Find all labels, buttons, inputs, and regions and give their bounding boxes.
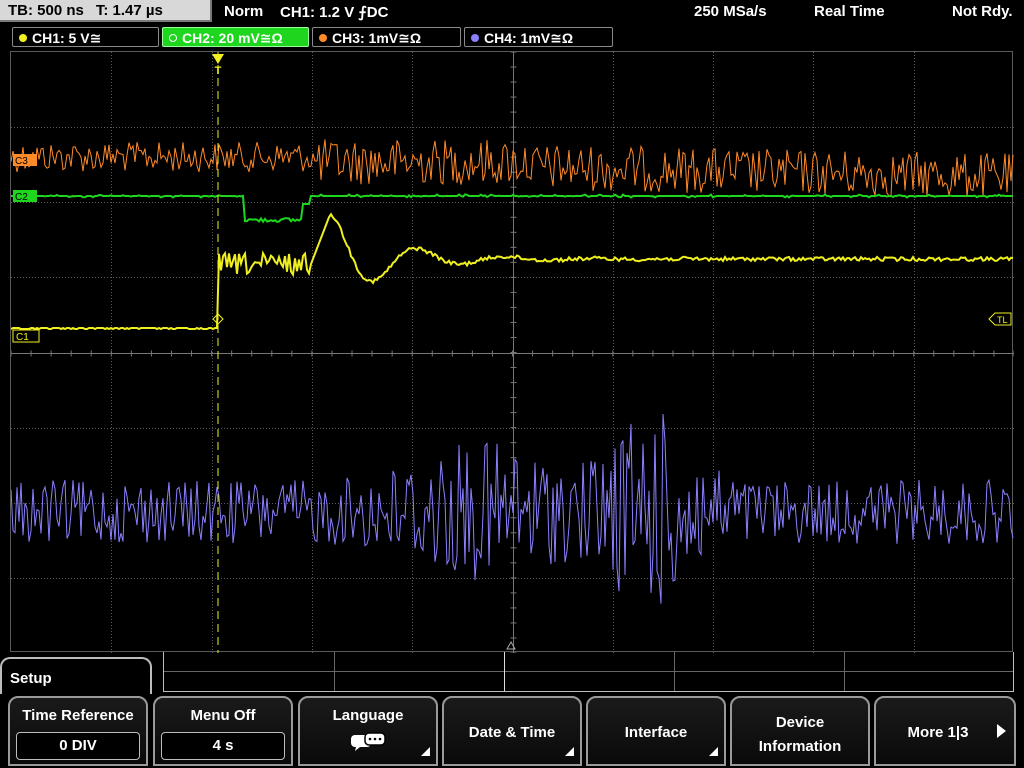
strip-center bbox=[504, 652, 505, 691]
menu-off-value: 4 s bbox=[161, 732, 285, 760]
strip-divider bbox=[674, 652, 675, 691]
strip-divider bbox=[844, 652, 845, 691]
waveform-canvas: T C1 C2 C3 TL bbox=[11, 52, 1014, 653]
status-bar: TB: 500 ns T: 1.47 µs Norm CH1: 1.2 V ⨍DC… bbox=[0, 0, 1024, 24]
trigger-level-label: TL bbox=[997, 315, 1008, 325]
softkey-label: Time Reference bbox=[22, 707, 134, 724]
ch1-trace bbox=[11, 212, 1014, 331]
acquisition-state: Not Rdy. bbox=[952, 3, 1013, 20]
interface-button[interactable]: Interface bbox=[586, 696, 726, 766]
time-reference-button[interactable]: Time Reference 0 DIV bbox=[8, 696, 148, 766]
trigger-position-marker[interactable]: T bbox=[212, 52, 224, 653]
softkey-label: Information bbox=[758, 738, 842, 755]
submenu-indicator-icon bbox=[565, 747, 574, 756]
channel-label: CH4: 1mV≅Ω bbox=[484, 30, 574, 46]
trigger-level-marker[interactable]: TL bbox=[988, 312, 1012, 326]
device-information-button[interactable]: Device Information bbox=[730, 696, 870, 766]
channel-tab-ch1[interactable]: CH1: 5 V≅ bbox=[12, 27, 159, 47]
channel-label: CH3: 1mV≅Ω bbox=[332, 30, 422, 46]
softkey-bar: Time Reference 0 DIV Menu Off 4 s Langua… bbox=[0, 694, 1024, 768]
ch2-dot-icon bbox=[169, 34, 177, 42]
softkey-label: Menu Off bbox=[190, 707, 256, 724]
c3-marker-label: C3 bbox=[15, 156, 28, 167]
submenu-indicator-icon bbox=[421, 747, 430, 756]
channel-tabs: CH1: 5 V≅ CH2: 20 mV≅Ω CH3: 1mV≅Ω CH4: 1… bbox=[0, 27, 1024, 49]
trigger-mode[interactable]: Norm bbox=[224, 3, 263, 20]
timebase-value: TB: 500 ns bbox=[8, 2, 84, 19]
timebase-display[interactable]: TB: 500 ns T: 1.47 µs bbox=[0, 0, 212, 22]
ch1-dot-icon bbox=[19, 34, 27, 42]
speech-bubbles-icon bbox=[351, 732, 386, 751]
channel-tab-ch3[interactable]: CH3: 1mV≅Ω bbox=[312, 27, 461, 47]
trigger-time-value: T: 1.47 µs bbox=[95, 2, 163, 19]
ch2-trace bbox=[11, 193, 1014, 224]
channel-tab-ch2[interactable]: CH2: 20 mV≅Ω bbox=[162, 27, 309, 47]
acquisition-mode: Real Time bbox=[814, 3, 885, 20]
date-time-button[interactable]: Date & Time bbox=[442, 696, 582, 766]
strip-divider bbox=[164, 671, 1013, 672]
more-button[interactable]: More 1|3 bbox=[874, 696, 1016, 766]
ch2-ground-marker[interactable]: C2 bbox=[13, 190, 37, 203]
sample-rate: 250 MSa/s bbox=[694, 3, 767, 20]
strip-divider bbox=[334, 652, 335, 691]
trigger-info[interactable]: CH1: 1.2 V ⨍DC bbox=[280, 3, 388, 21]
traces bbox=[11, 139, 1014, 604]
ch3-dot-icon bbox=[319, 34, 327, 42]
menu-title: Setup bbox=[10, 670, 52, 687]
channel-label: CH2: 20 mV≅Ω bbox=[182, 30, 283, 46]
submenu-indicator-icon bbox=[709, 747, 718, 756]
ch4-dot-icon bbox=[471, 34, 479, 42]
time-reference-value: 0 DIV bbox=[16, 732, 140, 760]
channel-tab-ch4[interactable]: CH4: 1mV≅Ω bbox=[464, 27, 613, 47]
softkey-label: Device bbox=[775, 714, 825, 731]
ch1-ground-marker[interactable]: C1 bbox=[12, 329, 40, 343]
softkey-label: Language bbox=[332, 707, 404, 724]
softkey-label: Interface bbox=[624, 724, 688, 741]
c1-marker-label: C1 bbox=[16, 332, 29, 343]
language-button[interactable]: Language bbox=[298, 696, 438, 766]
overview-strip bbox=[163, 652, 1014, 692]
next-page-arrow-icon bbox=[997, 724, 1006, 738]
softkey-label: More 1|3 bbox=[907, 724, 969, 741]
menu-title-tab: Setup bbox=[0, 657, 152, 697]
menu-off-button[interactable]: Menu Off 4 s bbox=[153, 696, 293, 766]
waveform-display[interactable]: T C1 C2 C3 TL bbox=[10, 51, 1014, 653]
trigger-pos-label: T bbox=[215, 65, 222, 77]
c2-marker-label: C2 bbox=[15, 192, 28, 203]
channel-label: CH1: 5 V≅ bbox=[32, 30, 102, 46]
ch3-trace bbox=[11, 139, 1014, 197]
ch3-ground-marker[interactable]: C3 bbox=[13, 154, 37, 167]
grid bbox=[11, 52, 1014, 653]
softkey-label: Date & Time bbox=[468, 724, 556, 741]
